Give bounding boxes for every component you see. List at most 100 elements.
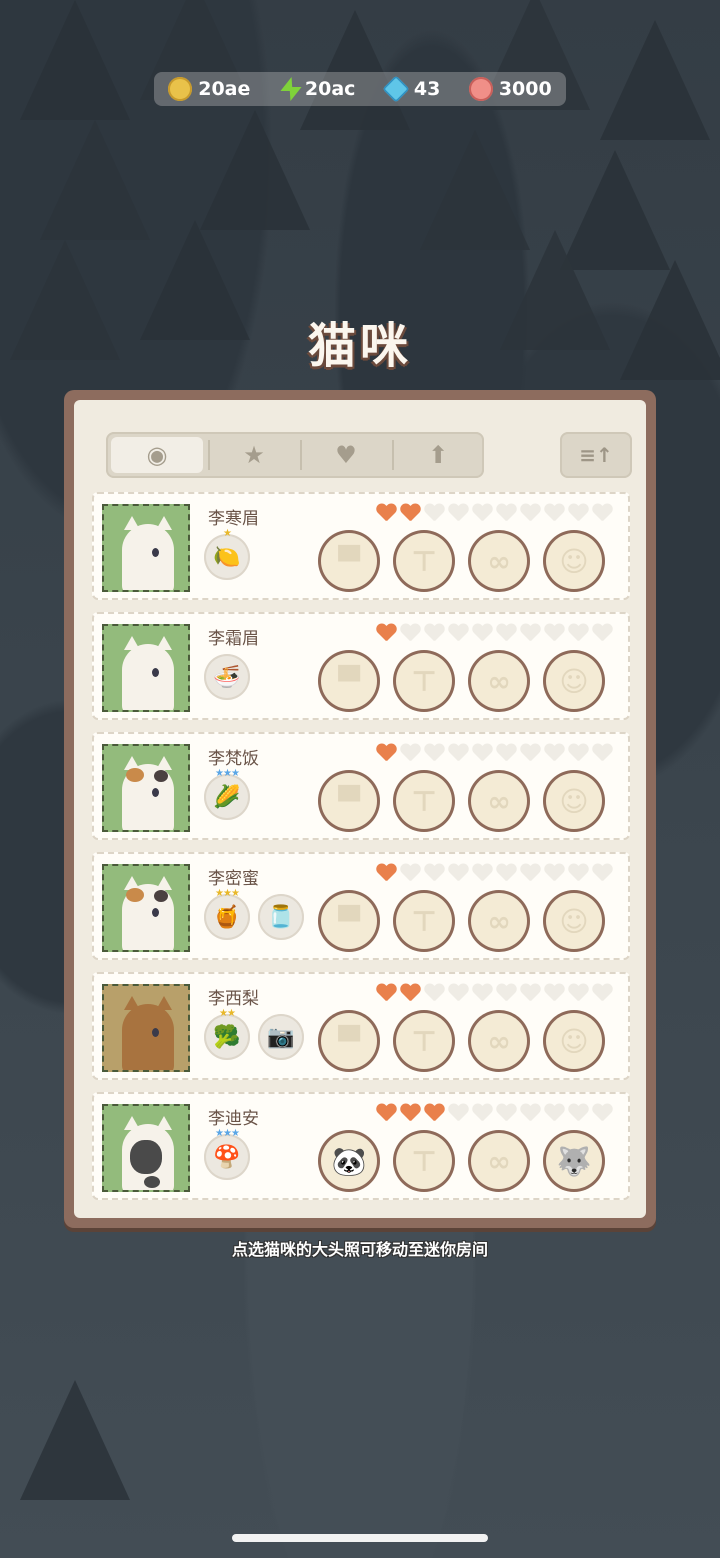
- hat-slot[interactable]: ▀: [318, 650, 380, 712]
- gem-icon: [382, 75, 410, 103]
- glasses-slot[interactable]: ∞: [468, 770, 530, 832]
- camera-icon[interactable]: 📷: [258, 1014, 304, 1060]
- heart-empty-icon: [568, 864, 588, 882]
- glasses-slot[interactable]: ∞: [468, 1010, 530, 1072]
- glasses-slot[interactable]: ∞: [468, 530, 530, 592]
- jam-jar-icon[interactable]: 🫙: [258, 894, 304, 940]
- pet-slot[interactable]: ☺: [543, 1010, 605, 1072]
- heart-empty-icon: [592, 1104, 612, 1122]
- cat-panel-inner: ◉ ★ ♥ ⬆ ≡↑ 李寒眉 🍋 ★ ▀ ⊤ ∞ ☺ 李霜眉 🍜 ▀ ⊤ ∞ ☺ 李梵饭 🌽 ★★★ ▀ ⊤ ∞ ☺ 李密蜜 🍯…: [74, 400, 646, 1218]
- cat-portrait[interactable]: [102, 864, 190, 952]
- tab-cat-face[interactable]: ◉: [111, 437, 203, 473]
- cat-portrait[interactable]: [102, 1104, 190, 1192]
- resource-item[interactable]: 3000: [468, 77, 552, 101]
- hat-slot[interactable]: ▀: [318, 1010, 380, 1072]
- affection-hearts: [376, 504, 612, 522]
- pet-slot[interactable]: ☺: [543, 530, 605, 592]
- glasses-slot[interactable]: ∞: [468, 1130, 530, 1192]
- item-stars: ★★★: [215, 768, 240, 779]
- resource-value: 3000: [498, 78, 552, 100]
- heart-empty-icon: [496, 504, 516, 522]
- item-glyph: 🫙: [267, 904, 295, 930]
- heart-empty-icon: [568, 504, 588, 522]
- cat-name: 李迪安: [208, 1109, 259, 1129]
- corn-icon[interactable]: 🌽 ★★★: [204, 768, 250, 820]
- noodle-bowl-icon[interactable]: 🍜: [204, 654, 250, 700]
- shirt-slot[interactable]: ⊤: [393, 650, 455, 712]
- cat-row: 李霜眉 🍜 ▀ ⊤ ∞ ☺: [92, 612, 630, 720]
- heart-empty-icon: [544, 984, 564, 1002]
- page-title: 猫咪: [307, 318, 412, 374]
- cat-row: 李寒眉 🍋 ★ ▀ ⊤ ∞ ☺: [92, 492, 630, 600]
- lemon-dish-icon[interactable]: 🍋 ★: [204, 528, 250, 580]
- heart-empty-icon: [520, 504, 540, 522]
- heart-empty-icon: [424, 624, 444, 642]
- home-indicator[interactable]: [232, 1534, 488, 1542]
- husky-pet-filled[interactable]: 🐺: [543, 1130, 605, 1192]
- arrow-up-icon: ⬆: [427, 441, 449, 469]
- cat-name: 李寒眉: [208, 509, 259, 529]
- shirt-slot[interactable]: ⊤: [393, 1130, 455, 1192]
- shirt-slot[interactable]: ⊤: [393, 890, 455, 952]
- equipment-slots: ▀ ⊤ ∞ ☺: [318, 890, 605, 952]
- shirt-slot[interactable]: ⊤: [393, 770, 455, 832]
- hat-slot[interactable]: ▀: [318, 890, 380, 952]
- affection-hearts: [376, 984, 612, 1002]
- honeycomb-icon[interactable]: 🍯 ★★★: [204, 888, 250, 940]
- heart-empty-icon: [424, 864, 444, 882]
- item-stars: ★: [223, 528, 232, 539]
- heart-empty-icon: [568, 744, 588, 762]
- resource-item[interactable]: 20ac: [279, 77, 356, 101]
- cat-list: 李寒眉 🍋 ★ ▀ ⊤ ∞ ☺ 李霜眉 🍜 ▀ ⊤ ∞ ☺ 李梵饭 🌽 ★★★ ▀ ⊤ ∞ ☺ 李密蜜 🍯 ★★★ 🫙 ▀ ⊤ ∞ ☺…: [92, 492, 630, 1212]
- item-glyph: 📷: [267, 1024, 295, 1050]
- cat-portrait[interactable]: [102, 744, 190, 832]
- cat-portrait[interactable]: [102, 504, 190, 592]
- hat-slot[interactable]: ▀: [318, 530, 380, 592]
- cat-name: 李西梨: [208, 989, 259, 1009]
- cat-portrait[interactable]: [102, 624, 190, 712]
- pet-slot[interactable]: ☺: [543, 650, 605, 712]
- mushroom-icon[interactable]: 🍄 ★★★: [204, 1128, 250, 1180]
- cat-row: 李梵饭 🌽 ★★★ ▀ ⊤ ∞ ☺: [92, 732, 630, 840]
- gold-coin-icon: [168, 77, 193, 101]
- heart-empty-icon: [496, 744, 516, 762]
- item-glyph: 🍄: [213, 1144, 241, 1170]
- heart-empty-icon: [448, 504, 468, 522]
- heart-empty-icon: [448, 864, 468, 882]
- affection-hearts: [376, 864, 612, 882]
- heart-full-icon: [424, 1104, 444, 1122]
- heart-empty-icon: [496, 984, 516, 1002]
- shirt-slot[interactable]: ⊤: [393, 1010, 455, 1072]
- cat-name: 李密蜜: [208, 869, 259, 889]
- equipment-slots: ▀ ⊤ ∞ ☺: [318, 530, 605, 592]
- pet-slot[interactable]: ☺: [543, 770, 605, 832]
- hat-slot[interactable]: ▀: [318, 770, 380, 832]
- resource-item[interactable]: 43: [382, 75, 440, 103]
- favorite-items: 🍯 ★★★ 🫙: [204, 888, 304, 940]
- heart-empty-icon: [424, 504, 444, 522]
- tab-star[interactable]: ★: [208, 432, 300, 478]
- heart-empty-icon: [544, 744, 564, 762]
- shirt-slot[interactable]: ⊤: [393, 530, 455, 592]
- heart-full-icon: [376, 504, 396, 522]
- sort-button[interactable]: ≡↑: [560, 432, 632, 478]
- equipment-slots: ▀ ⊤ ∞ ☺: [318, 1010, 605, 1072]
- heart-icon: ♥: [335, 441, 357, 469]
- glasses-slot[interactable]: ∞: [468, 650, 530, 712]
- heart-empty-icon: [544, 864, 564, 882]
- glasses-slot[interactable]: ∞: [468, 890, 530, 952]
- tab-heart[interactable]: ♥: [300, 432, 392, 478]
- pet-slot[interactable]: ☺: [543, 890, 605, 952]
- heart-empty-icon: [472, 864, 492, 882]
- resource-item[interactable]: 20ae: [168, 77, 250, 101]
- broccoli-icon[interactable]: 🥦 ★★: [204, 1008, 250, 1060]
- tab-arrow-up[interactable]: ⬆: [392, 432, 484, 478]
- heart-full-icon: [400, 504, 420, 522]
- heart-empty-icon: [472, 504, 492, 522]
- heart-empty-icon: [472, 624, 492, 642]
- heart-empty-icon: [520, 984, 540, 1002]
- panda-hat-filled[interactable]: 🐼: [318, 1130, 380, 1192]
- heart-empty-icon: [472, 984, 492, 1002]
- cat-portrait[interactable]: [102, 984, 190, 1072]
- heart-empty-icon: [592, 984, 612, 1002]
